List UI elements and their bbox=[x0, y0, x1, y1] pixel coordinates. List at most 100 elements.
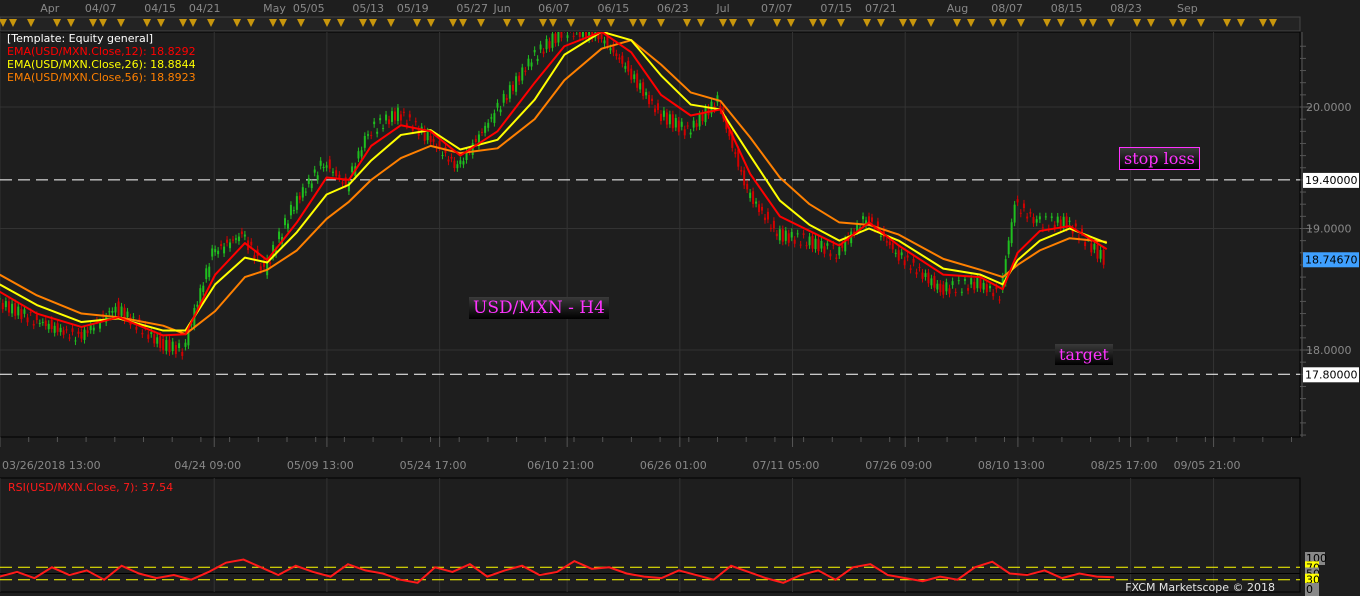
candle-body bbox=[1, 302, 4, 310]
candle-body bbox=[609, 48, 612, 51]
candle-body bbox=[373, 121, 376, 125]
candle-body bbox=[459, 160, 462, 165]
candle-body bbox=[542, 51, 545, 54]
candle-body bbox=[970, 278, 973, 285]
candle-body bbox=[325, 165, 328, 168]
candle-body bbox=[648, 95, 651, 105]
candle-body bbox=[487, 122, 490, 128]
candle-body bbox=[447, 159, 450, 162]
candle-body bbox=[823, 246, 826, 254]
candle-body bbox=[979, 277, 982, 289]
candle-body bbox=[393, 111, 396, 121]
candle-body bbox=[20, 309, 23, 320]
candle-body bbox=[14, 303, 17, 316]
candle-body bbox=[44, 320, 47, 327]
target-annotation[interactable]: target bbox=[1055, 344, 1113, 365]
candle-body bbox=[259, 266, 262, 271]
candle-body bbox=[278, 231, 281, 240]
candle-body bbox=[868, 216, 871, 223]
x-axis-label: 05/09 13:00 bbox=[287, 459, 354, 472]
candle-body bbox=[656, 103, 659, 110]
x-axis-label: 06/26 01:00 bbox=[640, 459, 707, 472]
chart-title-annotation[interactable]: USD/MXN - H4 bbox=[469, 297, 609, 319]
candle-body bbox=[1084, 242, 1087, 247]
candle-body bbox=[1013, 204, 1016, 223]
candle-body bbox=[363, 135, 366, 148]
candle-body bbox=[995, 287, 998, 290]
candle-body bbox=[462, 161, 465, 165]
candle-body bbox=[484, 125, 487, 133]
candle-body bbox=[53, 325, 56, 333]
candle-body bbox=[432, 139, 435, 142]
candle-body bbox=[683, 129, 686, 136]
candle-body bbox=[47, 323, 50, 330]
candle-body bbox=[566, 35, 569, 38]
candle-body bbox=[1010, 222, 1013, 244]
candle-body bbox=[1038, 216, 1041, 220]
candle-body bbox=[74, 340, 77, 342]
candle-body bbox=[56, 323, 59, 332]
candle-body bbox=[743, 170, 746, 186]
candle-body bbox=[763, 217, 766, 221]
candle-body bbox=[32, 323, 35, 326]
candle-body bbox=[408, 114, 411, 118]
candle-body bbox=[196, 304, 199, 307]
candle-body bbox=[945, 282, 948, 292]
candle-body bbox=[870, 217, 873, 222]
candle-body bbox=[505, 97, 508, 101]
candle-body bbox=[289, 204, 292, 216]
candle-body bbox=[89, 325, 92, 331]
candle-body bbox=[627, 60, 630, 72]
candle-body bbox=[1022, 203, 1025, 208]
candle-body bbox=[957, 280, 960, 282]
candle-body bbox=[701, 113, 704, 122]
candle-body bbox=[496, 102, 499, 108]
candle-body bbox=[740, 169, 743, 172]
candle-body bbox=[621, 55, 624, 64]
price-chart[interactable]: 03/26/2018 13:00 04/24 09:00 05/09 13:00 05… bbox=[0, 0, 1360, 596]
y-axis-label: 19.0000 bbox=[1306, 223, 1352, 236]
candle-body bbox=[481, 131, 484, 133]
candle-body bbox=[665, 112, 668, 125]
candle-body bbox=[80, 331, 83, 339]
candle-body bbox=[951, 281, 954, 286]
candle-body bbox=[927, 272, 930, 284]
candle-body bbox=[441, 154, 444, 156]
candle-body bbox=[1056, 216, 1059, 223]
candle-body bbox=[633, 74, 636, 79]
candle-body bbox=[429, 136, 432, 142]
candle-body bbox=[976, 277, 979, 289]
top-axis-label: 08/23 bbox=[1110, 2, 1142, 15]
candle-body bbox=[954, 291, 957, 293]
candle-body bbox=[515, 76, 518, 92]
candle-body bbox=[989, 285, 992, 289]
candle-body bbox=[59, 327, 62, 333]
candle-body bbox=[168, 339, 171, 353]
candle-body bbox=[92, 327, 95, 331]
candle-body bbox=[307, 178, 310, 184]
candle-body bbox=[787, 233, 790, 243]
candle-body bbox=[659, 113, 662, 121]
candle-body bbox=[65, 329, 68, 331]
candle-body bbox=[120, 306, 123, 316]
candle-body bbox=[527, 58, 530, 67]
candle-body bbox=[885, 241, 888, 243]
candle-body bbox=[677, 120, 680, 132]
candle-body bbox=[973, 281, 976, 290]
y-axis-label: 18.0000 bbox=[1306, 344, 1352, 357]
candle-body bbox=[624, 66, 627, 69]
candle-body bbox=[545, 39, 548, 50]
candle-body bbox=[405, 123, 408, 126]
stop-loss-annotation[interactable]: stop loss bbox=[1119, 147, 1200, 170]
candle-body bbox=[153, 334, 156, 344]
candle-body bbox=[331, 171, 334, 173]
candle-body bbox=[942, 284, 945, 295]
candle-body bbox=[328, 159, 331, 169]
candle-body bbox=[524, 70, 527, 72]
candle-body bbox=[921, 272, 924, 279]
candle-body bbox=[548, 41, 551, 49]
candle-body bbox=[71, 328, 74, 332]
candle-body bbox=[829, 253, 832, 257]
rsi-axis-label: 0 bbox=[1306, 583, 1313, 596]
candle-body bbox=[936, 283, 939, 290]
